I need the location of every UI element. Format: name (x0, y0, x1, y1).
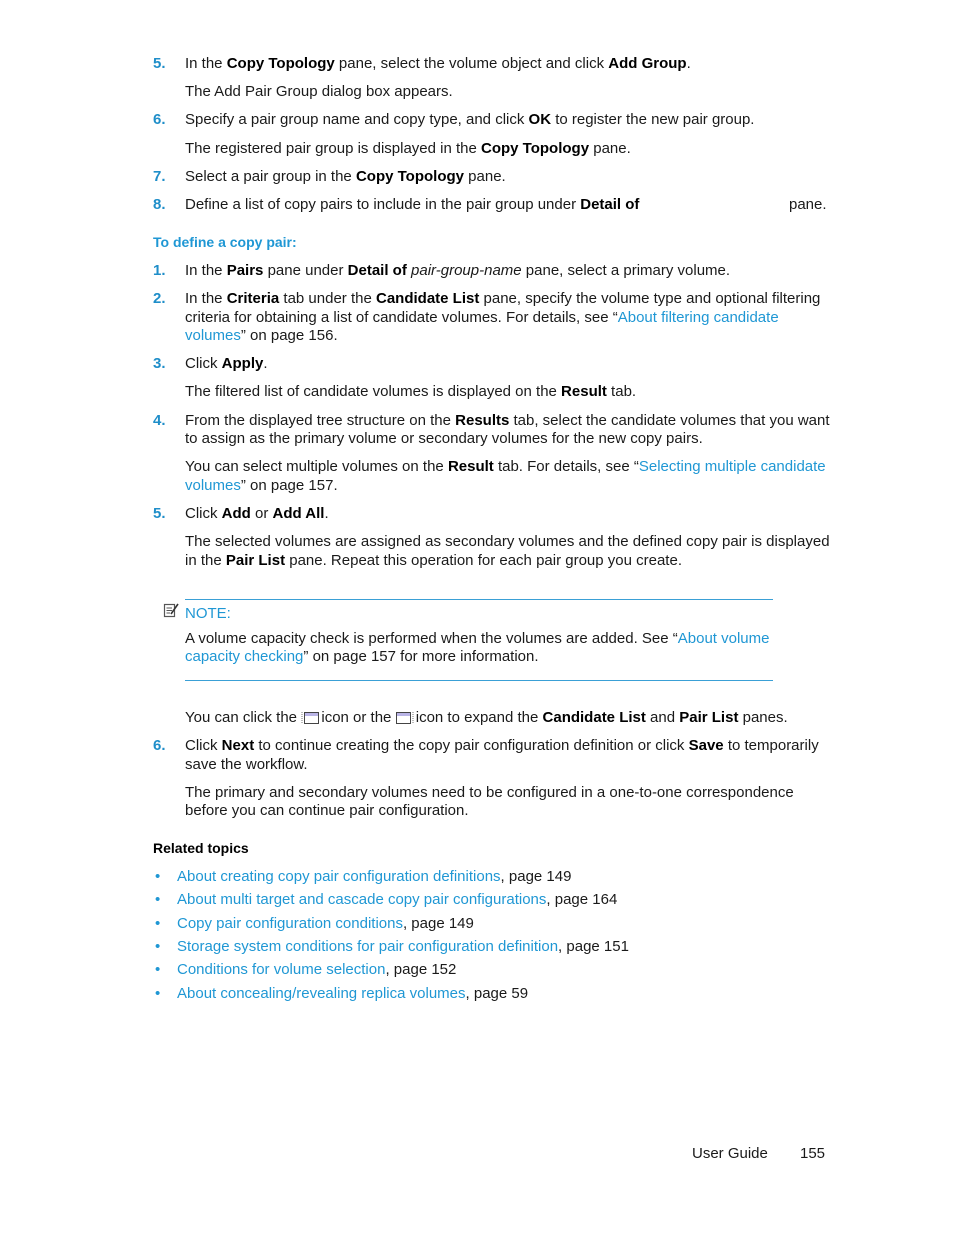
step-number: 6. (153, 737, 166, 754)
bullet-icon: • (155, 891, 161, 908)
related-item: Conditions for volume selection, page 15… (177, 961, 457, 978)
note-text: A volume capacity check is performed whe… (185, 630, 770, 647)
related-link[interactable]: About creating copy pair configuration d… (177, 868, 501, 885)
related-item: • (155, 890, 160, 909)
step-number: 4. (153, 412, 166, 429)
expand-text: You can click the icon or the icon to ex… (185, 709, 788, 726)
note-top-rule (185, 599, 773, 600)
related-item: • (155, 937, 160, 956)
step-text: save the workflow. (185, 756, 308, 773)
note-label: NOTE: (185, 605, 231, 622)
step-text: Specify a pair group name and copy type,… (185, 111, 755, 128)
footer-page-number: 155 (800, 1145, 826, 1162)
step-note: volumes” on page 157. (185, 477, 338, 494)
bullet-icon: • (155, 868, 161, 885)
step-number: 1. (153, 262, 166, 279)
related-item: About multi target and cascade copy pair… (177, 891, 618, 908)
related-item: About creating copy pair configuration d… (177, 868, 572, 885)
link-about-filtering-cont[interactable]: volumes (185, 327, 241, 344)
step-text: Click Apply. (185, 355, 268, 372)
related-item: About concealing/revealing replica volum… (177, 985, 529, 1002)
step-note: The filtered list of candidate volumes i… (185, 383, 637, 400)
step-note: The primary and secondary volumes need t… (185, 784, 794, 801)
related-link[interactable]: Copy pair configuration conditions (177, 915, 403, 932)
related-link[interactable]: Storage system conditions for pair confi… (177, 938, 558, 955)
link-about-volume-capacity-cont[interactable]: capacity checking (185, 648, 303, 665)
related-item: Storage system conditions for pair confi… (177, 938, 629, 955)
note-bottom-rule (185, 680, 773, 681)
step-text: In the Copy Topology pane, select the vo… (185, 55, 691, 72)
step-note: The selected volumes are assigned as sec… (185, 533, 830, 550)
step-text-end: pane. (789, 196, 827, 213)
related-link[interactable]: About concealing/revealing replica volum… (177, 985, 466, 1002)
expand-right-pane-icon (395, 711, 414, 724)
related-item: • (155, 984, 160, 1003)
related-item: Copy pair configuration conditions, page… (177, 915, 474, 932)
step-note: You can select multiple volumes on the R… (185, 458, 826, 475)
step-number: 6. (153, 111, 166, 128)
link-selecting-multiple-cont[interactable]: volumes (185, 477, 241, 494)
step-number: 7. (153, 168, 166, 185)
step-text: Click Next to continue creating the copy… (185, 737, 819, 754)
expand-left-pane-icon (301, 711, 320, 724)
link-selecting-multiple[interactable]: Selecting multiple candidate (639, 458, 826, 475)
step-note: in the Pair List pane. Repeat this opera… (185, 552, 682, 569)
step-text: Define a list of copy pairs to include i… (185, 196, 640, 213)
step-text: to assign as the primary volume or secon… (185, 430, 703, 447)
procedure-heading: To define a copy pair: (153, 234, 297, 250)
step-text: In the Criteria tab under the Candidate … (185, 290, 821, 307)
step-note: The registered pair group is displayed i… (185, 140, 631, 157)
related-item: • (155, 960, 160, 979)
step-number: 3. (153, 355, 166, 372)
link-about-volume-capacity[interactable]: About volume (678, 630, 770, 647)
note-icon (163, 602, 179, 623)
step-number: 2. (153, 290, 166, 307)
link-about-filtering[interactable]: About filtering candidate (618, 309, 779, 326)
step-text: Click Add or Add All. (185, 505, 329, 522)
step-note: The Add Pair Group dialog box appears. (185, 83, 453, 100)
related-item: • (155, 914, 160, 933)
step-text: Select a pair group in the Copy Topology… (185, 168, 506, 185)
note-text: capacity checking” on page 157 for more … (185, 648, 539, 665)
step-number: 5. (153, 55, 166, 72)
step-number: 8. (153, 196, 166, 213)
related-link[interactable]: About multi target and cascade copy pair… (177, 891, 546, 908)
footer-guide-title: User Guide (692, 1145, 768, 1162)
step-text: From the displayed tree structure on the… (185, 412, 830, 429)
step-text: volumes” on page 156. (185, 327, 338, 344)
bullet-icon: • (155, 985, 161, 1002)
bullet-icon: • (155, 961, 161, 978)
related-link[interactable]: Conditions for volume selection (177, 961, 385, 978)
step-note: before you can continue pair configurati… (185, 802, 469, 819)
related-item: • (155, 867, 160, 886)
step-number: 5. (153, 505, 166, 522)
step-text: criteria for obtaining a list of candida… (185, 309, 779, 326)
bullet-icon: • (155, 915, 161, 932)
step-text: In the Pairs pane under Detail of pair-g… (185, 262, 731, 279)
bullet-icon: • (155, 938, 161, 955)
related-topics-title: Related topics (153, 840, 249, 856)
